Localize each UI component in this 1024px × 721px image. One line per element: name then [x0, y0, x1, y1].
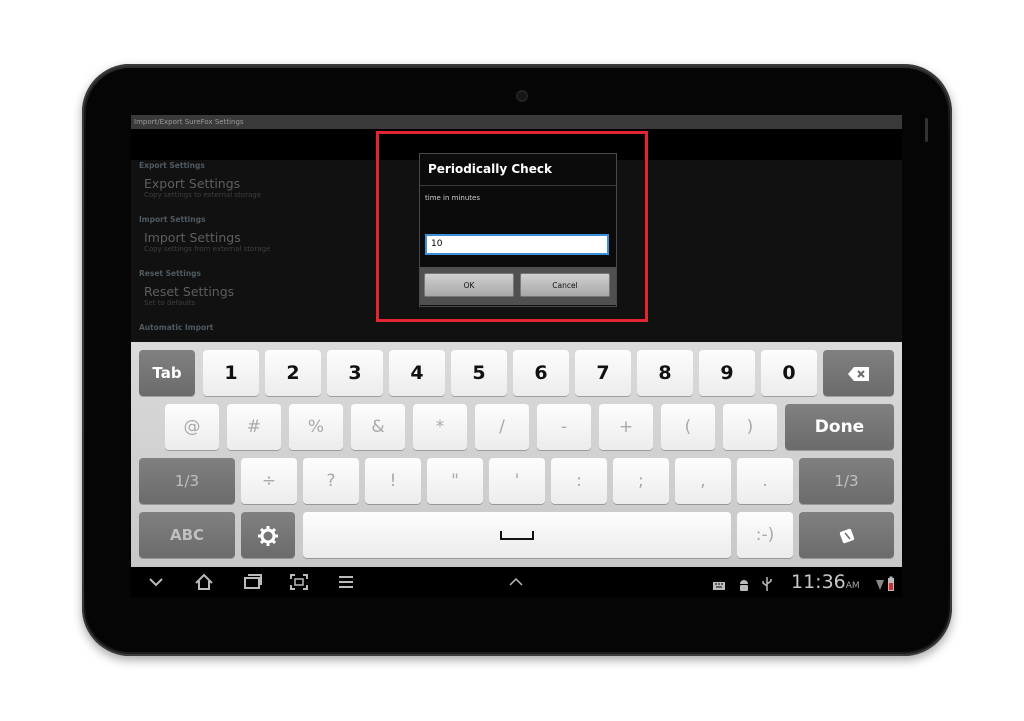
clock-time: 11:36 [791, 571, 846, 593]
key-1[interactable]: 1 [203, 350, 259, 396]
key-colon[interactable]: : [551, 458, 607, 504]
key-minus[interactable]: - [537, 404, 591, 450]
key-0[interactable]: 0 [761, 350, 817, 396]
key-abc[interactable]: ABC [139, 512, 235, 558]
keyboard-icon [713, 582, 725, 590]
clock: 11:36AM [791, 570, 860, 597]
usb-icon [762, 577, 772, 591]
key-comma[interactable]: , [675, 458, 731, 504]
key-single-quote[interactable]: ' [489, 458, 545, 504]
system-navbar: 11:36AM [131, 567, 902, 597]
clock-ampm: AM [845, 581, 860, 591]
key-backspace[interactable] [823, 350, 894, 396]
key-hash[interactable]: # [227, 404, 281, 450]
key-settings[interactable] [241, 512, 295, 558]
screenshot-icon[interactable] [289, 571, 309, 593]
key-close-paren[interactable]: ) [723, 404, 777, 450]
android-icon [740, 580, 748, 591]
recent-apps-icon[interactable] [243, 571, 263, 593]
backspace-icon [847, 366, 869, 381]
key-7[interactable]: 7 [575, 350, 631, 396]
highlight-box [376, 131, 648, 322]
key-8[interactable]: 8 [637, 350, 693, 396]
key-2[interactable]: 2 [265, 350, 321, 396]
chevron-up-icon[interactable] [507, 571, 525, 593]
key-4[interactable]: 4 [389, 350, 445, 396]
app-titlebar: Import/Export SureFox Settings [131, 115, 902, 129]
key-divide[interactable]: ÷ [241, 458, 297, 504]
key-page-right[interactable]: 1/3 [799, 458, 894, 504]
key-exclamation[interactable]: ! [365, 458, 421, 504]
menu-icon[interactable] [337, 571, 355, 593]
side-button [925, 118, 928, 142]
key-at[interactable]: @ [165, 404, 219, 450]
clipboard-icon [839, 528, 854, 543]
key-percent[interactable]: % [289, 404, 343, 450]
battery-icon [888, 576, 894, 591]
wifi-icon [876, 580, 884, 590]
key-tab[interactable]: Tab [139, 350, 195, 396]
home-icon[interactable] [193, 571, 215, 593]
chevron-down-icon[interactable] [147, 571, 165, 593]
key-9[interactable]: 9 [699, 350, 755, 396]
key-smiley[interactable]: :-) [737, 512, 793, 558]
key-page-left[interactable]: 1/3 [139, 458, 235, 504]
key-space[interactable] [303, 512, 731, 558]
key-plus[interactable]: + [599, 404, 653, 450]
onscreen-keyboard: Tab 1 2 3 4 5 6 7 8 9 0 @ # % & * / - + … [131, 342, 902, 567]
key-clipboard[interactable] [799, 512, 894, 558]
screen: Import/Export SureFox Settings Export Se… [131, 115, 902, 597]
key-ampersand[interactable]: & [351, 404, 405, 450]
camera-icon [516, 90, 528, 102]
key-open-paren[interactable]: ( [661, 404, 715, 450]
key-period[interactable]: . [737, 458, 793, 504]
key-5[interactable]: 5 [451, 350, 507, 396]
key-3[interactable]: 3 [327, 350, 383, 396]
gear-icon [258, 525, 278, 546]
key-question[interactable]: ? [303, 458, 359, 504]
key-slash[interactable]: / [475, 404, 529, 450]
key-semicolon[interactable]: ; [613, 458, 669, 504]
key-asterisk[interactable]: * [413, 404, 467, 450]
key-6[interactable]: 6 [513, 350, 569, 396]
key-double-quote[interactable]: " [427, 458, 483, 504]
key-done[interactable]: Done [785, 404, 894, 450]
space-icon [500, 531, 534, 540]
